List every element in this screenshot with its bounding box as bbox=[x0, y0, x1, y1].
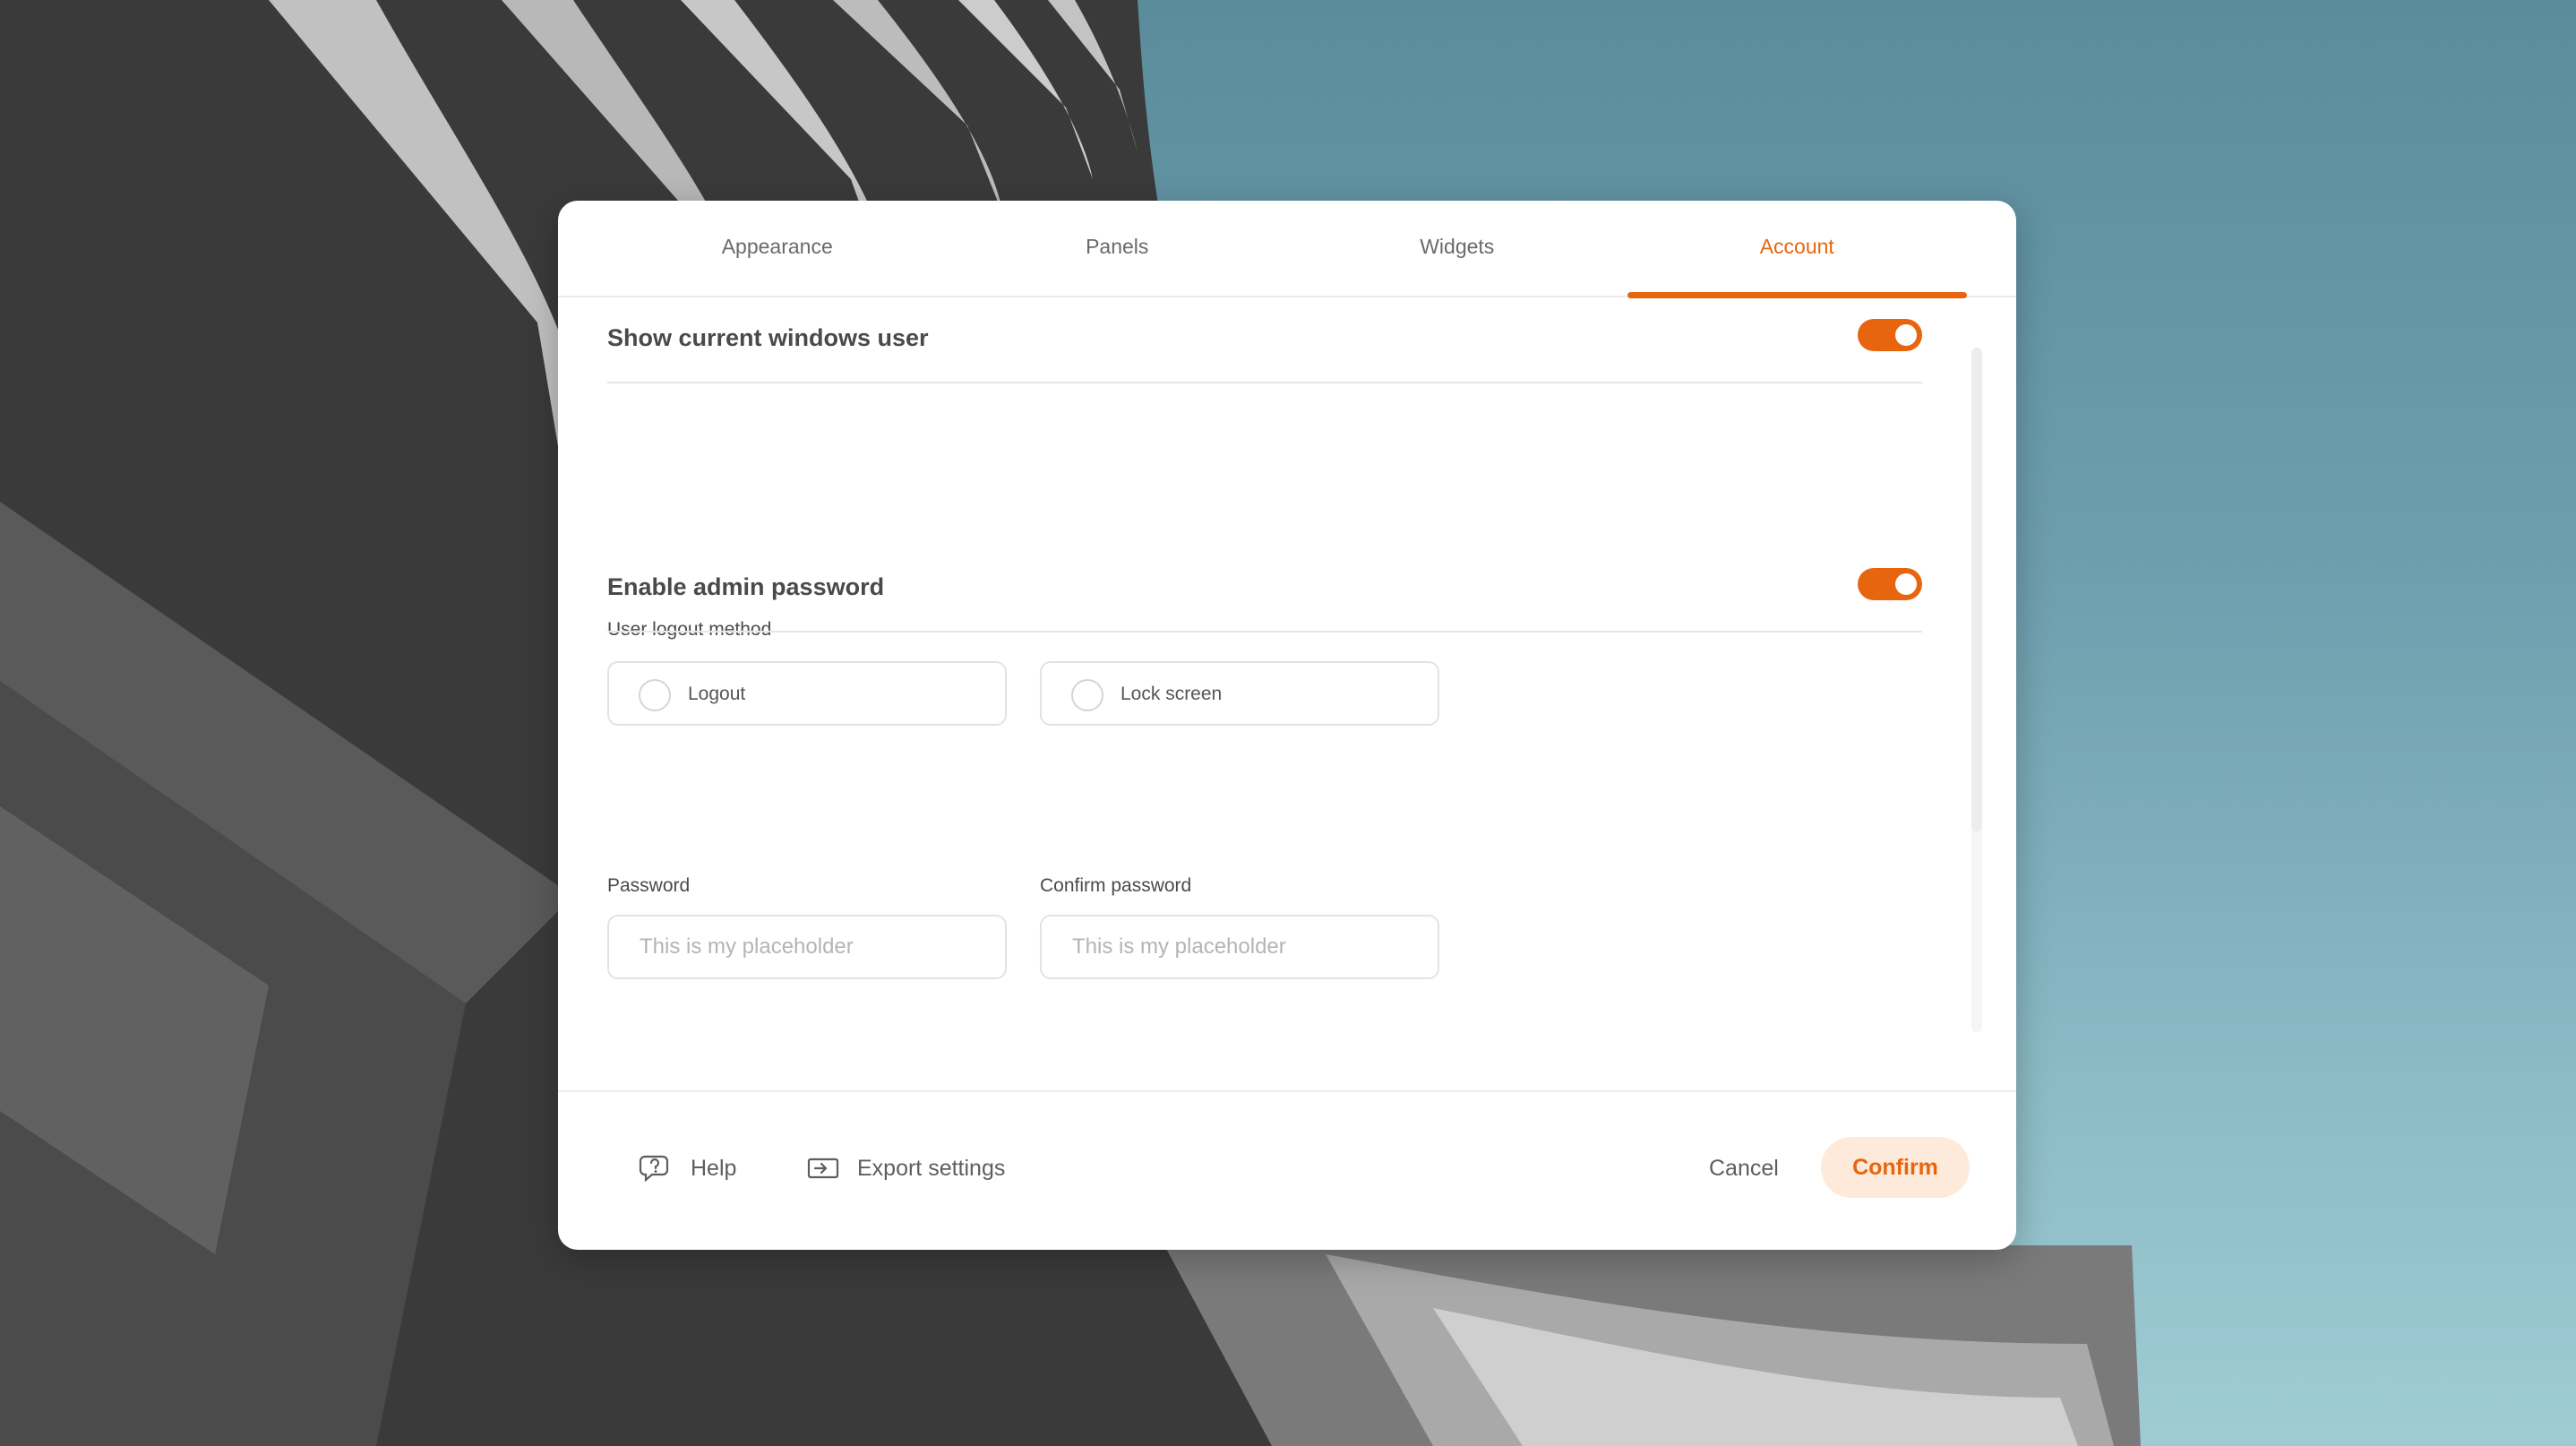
help-button[interactable]: Help bbox=[639, 1148, 736, 1189]
radio-label: Lock screen bbox=[1121, 684, 1223, 704]
show-user-title: Show current windows user bbox=[607, 324, 929, 351]
cancel-button[interactable]: Cancel bbox=[1709, 1148, 1779, 1189]
toggle-knob bbox=[1895, 324, 1917, 346]
password-input[interactable] bbox=[607, 915, 1007, 979]
tab-widgets[interactable]: Widgets bbox=[1287, 201, 1627, 296]
tab-panels[interactable]: Panels bbox=[948, 201, 1288, 296]
chat-question-icon bbox=[639, 1155, 669, 1183]
help-label: Help bbox=[691, 1155, 737, 1181]
confirm-password-input[interactable] bbox=[1040, 915, 1439, 979]
settings-dialog: Appearance Panels Widgets Account Show c… bbox=[558, 201, 2016, 1250]
scrollbar[interactable] bbox=[1971, 348, 1982, 1032]
show-user-row: Show current windows user bbox=[607, 297, 1922, 383]
export-settings-label: Export settings bbox=[857, 1155, 1006, 1181]
show-user-toggle[interactable] bbox=[1858, 319, 1922, 351]
export-icon bbox=[807, 1158, 839, 1179]
export-settings-button[interactable]: Export settings bbox=[807, 1148, 1005, 1189]
tab-bar: Appearance Panels Widgets Account bbox=[558, 201, 2016, 298]
confirm-button[interactable]: Confirm bbox=[1821, 1137, 1970, 1198]
radio-circle bbox=[1071, 679, 1103, 711]
admin-password-row: Enable admin password bbox=[607, 547, 1922, 633]
admin-password-toggle[interactable] bbox=[1858, 568, 1922, 600]
admin-password-title: Enable admin password bbox=[607, 573, 885, 600]
password-label: Password bbox=[607, 875, 691, 896]
confirm-password-label: Confirm password bbox=[1040, 875, 1192, 896]
radio-lock-screen[interactable]: Lock screen bbox=[1040, 661, 1439, 726]
scrollbar-thumb[interactable] bbox=[1971, 348, 1982, 831]
tab-account[interactable]: Account bbox=[1627, 201, 1968, 298]
toggle-knob bbox=[1895, 573, 1917, 595]
radio-label: Logout bbox=[688, 684, 746, 704]
dialog-footer: Help Export settings Cancel Confirm bbox=[558, 1090, 2016, 1250]
radio-circle bbox=[639, 679, 671, 711]
tab-appearance[interactable]: Appearance bbox=[607, 201, 948, 296]
radio-logout[interactable]: Logout bbox=[607, 661, 1007, 726]
